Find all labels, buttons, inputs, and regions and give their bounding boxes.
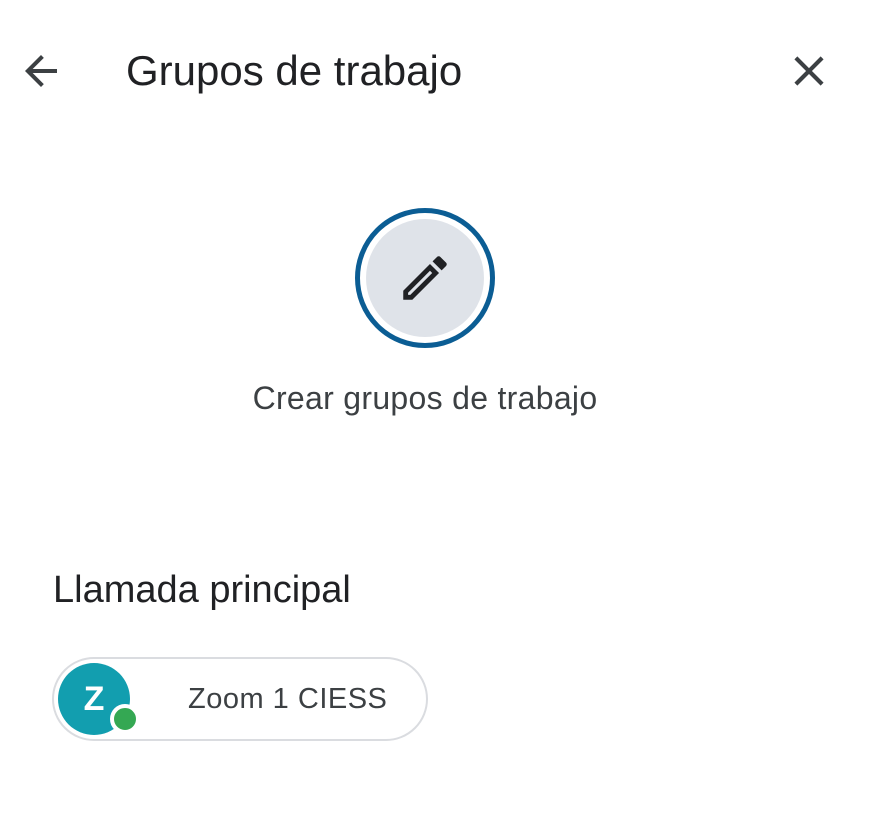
create-breakout-rooms-label[interactable]: Crear grupos de trabajo — [0, 378, 850, 418]
pencil-edit-icon — [403, 256, 447, 300]
close-icon — [794, 56, 824, 86]
participant-name: Zoom 1 CIESS — [188, 683, 388, 715]
create-button-fill — [366, 219, 484, 337]
main-call-heading: Llamada principal — [53, 569, 351, 611]
page-title: Grupos de trabajo — [126, 47, 463, 94]
back-button[interactable] — [12, 42, 70, 100]
breakout-rooms-panel: Grupos de trabajo Crear grupos de trabaj… — [0, 0, 884, 838]
close-button[interactable] — [780, 42, 838, 100]
arrow-back-icon — [25, 55, 57, 87]
online-status-icon — [110, 704, 140, 734]
create-breakout-rooms-button[interactable] — [355, 208, 495, 348]
participant-chip[interactable]: Z Zoom 1 CIESS — [52, 657, 428, 741]
